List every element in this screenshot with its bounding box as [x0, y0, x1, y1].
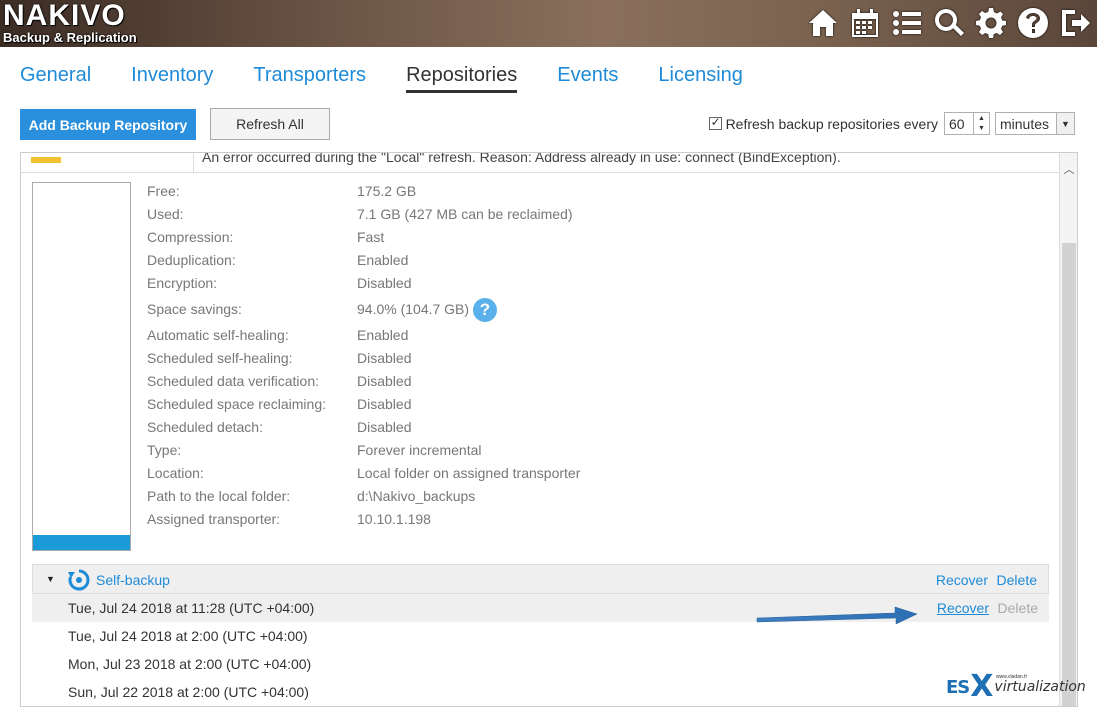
add-backup-repository-button[interactable]: Add Backup Repository: [20, 109, 196, 140]
property-key: Free:: [147, 183, 180, 199]
tab-general[interactable]: General: [20, 64, 91, 93]
interval-unit-value: minutes: [1000, 115, 1050, 132]
property-key: Location:: [147, 465, 204, 481]
auto-refresh-label: Refresh backup repositories every: [725, 115, 938, 132]
watermark-es: ES: [946, 676, 970, 698]
help-icon[interactable]: [1015, 4, 1051, 42]
backup-name[interactable]: Self-backup: [96, 572, 170, 588]
property-value: 10.10.1.198: [357, 511, 431, 527]
property-key: Compression:: [147, 229, 234, 245]
property-key: Scheduled space reclaiming:: [147, 396, 326, 412]
logout-icon[interactable]: [1057, 4, 1093, 42]
interval-unit-select[interactable]: minutes ▼: [995, 112, 1075, 135]
property-key: Scheduled self-healing:: [147, 350, 293, 366]
property-key: Used:: [147, 206, 184, 222]
property-value: Disabled: [357, 275, 412, 291]
watermark-virtualization: virtualization: [994, 679, 1086, 695]
property-key: Scheduled detach:: [147, 419, 263, 435]
property-value: 94.0% (104.7 GB): [357, 301, 470, 317]
property-key: Space savings:: [147, 301, 242, 317]
self-backup-icon: [68, 569, 90, 591]
property-key: Path to the local folder:: [147, 488, 291, 504]
interval-value[interactable]: 60: [944, 112, 974, 135]
search-icon[interactable]: [931, 4, 967, 42]
recovery-point-time: Mon, Jul 23 2018 at 2:00 (UTC +04:00): [68, 656, 312, 672]
repository-usage-bar: [32, 182, 131, 551]
refresh-all-button[interactable]: Refresh All: [210, 108, 330, 140]
property-value: Forever incremental: [357, 442, 482, 458]
property-key: Scheduled data verification:: [147, 373, 319, 389]
top-icon-bar: [805, 4, 1093, 42]
scroll-up-icon[interactable]: ︿: [1060, 161, 1077, 176]
gear-icon[interactable]: [973, 4, 1009, 42]
delete-link[interactable]: Delete: [997, 572, 1037, 588]
property-key: Automatic self-healing:: [147, 327, 289, 343]
warning-marker: [31, 157, 61, 163]
auto-refresh-checkbox[interactable]: [708, 115, 722, 130]
error-message: An error occurred during the "Local" ref…: [202, 152, 841, 165]
recover-link[interactable]: Recover: [937, 600, 989, 616]
property-key: Type:: [147, 442, 182, 458]
property-value: Enabled: [357, 327, 409, 343]
property-value: Disabled: [357, 396, 412, 412]
watermark-x: X: [970, 669, 994, 704]
recovery-point-time: Sun, Jul 22 2018 at 2:00 (UTC +04:00): [68, 684, 309, 700]
property-value: d:\Nakivo_backups: [357, 488, 476, 504]
error-row: An error occurred during the "Local" ref…: [21, 153, 1059, 173]
tab-repositories[interactable]: Repositories: [406, 64, 518, 93]
property-value: Disabled: [357, 350, 412, 366]
tab-events[interactable]: Events: [557, 64, 618, 93]
home-icon[interactable]: [805, 4, 841, 42]
recovery-point-row[interactable]: Sun, Jul 22 2018 at 2:00 (UTC +04:00): [32, 678, 1049, 706]
scrollbar-thumb[interactable]: [1062, 243, 1076, 706]
esx-virtualization-watermark: ES X virtualization www.vladan.fr: [946, 672, 1086, 702]
property-value: Enabled: [357, 252, 409, 268]
vertical-scrollbar[interactable]: ︿: [1059, 153, 1077, 706]
annotation-arrow-icon: [756, 606, 918, 625]
stepper-up-icon[interactable]: ▲: [974, 113, 989, 124]
auto-refresh-options: Refresh backup repositories every 60 ▲ ▼…: [708, 112, 1075, 135]
delete-link[interactable]: Delete: [998, 600, 1038, 616]
interval-stepper[interactable]: 60 ▲ ▼: [944, 112, 990, 135]
property-key: Encryption:: [147, 275, 218, 291]
recover-link[interactable]: Recover: [936, 572, 988, 588]
stepper-down-icon[interactable]: ▼: [974, 124, 989, 135]
backup-list: ▼ Self-backup Recover Delete Tue, Jul 24…: [32, 564, 1049, 706]
main-tabs: General Inventory Transporters Repositor…: [20, 64, 783, 93]
property-key: Deduplication:: [147, 252, 236, 268]
logo-main-text: NAKIVO: [3, 0, 126, 32]
recovery-point-time: Tue, Jul 24 2018 at 11:28 (UTC +04:00): [68, 600, 315, 616]
caret-down-icon[interactable]: ▼: [46, 574, 55, 584]
backup-group-header[interactable]: ▼ Self-backup Recover Delete: [32, 564, 1049, 594]
help-icon[interactable]: ?: [473, 298, 497, 322]
property-key: Assigned transporter:: [147, 511, 281, 527]
tab-transporters[interactable]: Transporters: [253, 64, 366, 93]
column-divider: [193, 153, 194, 173]
property-value: Disabled: [357, 373, 412, 389]
top-header: NAKIVO Backup & Replication: [0, 0, 1097, 47]
watermark-url: www.vladan.fr: [996, 674, 1028, 680]
property-value: Fast: [357, 229, 385, 245]
recovery-point-time: Tue, Jul 24 2018 at 2:00 (UTC +04:00): [68, 628, 308, 644]
tab-inventory[interactable]: Inventory: [131, 64, 213, 93]
tab-licensing[interactable]: Licensing: [658, 64, 743, 93]
property-value: Local folder on assigned transporter: [357, 465, 581, 481]
calendar-icon[interactable]: [847, 4, 883, 42]
list-icon[interactable]: [889, 4, 925, 42]
usage-fill: [33, 535, 130, 550]
property-value: 175.2 GB: [357, 183, 417, 199]
chevron-down-icon[interactable]: ▼: [1056, 113, 1074, 134]
nakivo-logo: NAKIVO Backup & Replication: [3, 1, 137, 45]
recovery-point-row[interactable]: Mon, Jul 23 2018 at 2:00 (UTC +04:00): [32, 650, 1049, 678]
interval-stepper-arrows[interactable]: ▲ ▼: [974, 112, 990, 135]
property-value: Disabled: [357, 419, 412, 435]
logo-sub-text: Backup & Replication: [3, 30, 137, 45]
property-value: 7.1 GB (427 MB can be reclaimed): [357, 206, 573, 222]
